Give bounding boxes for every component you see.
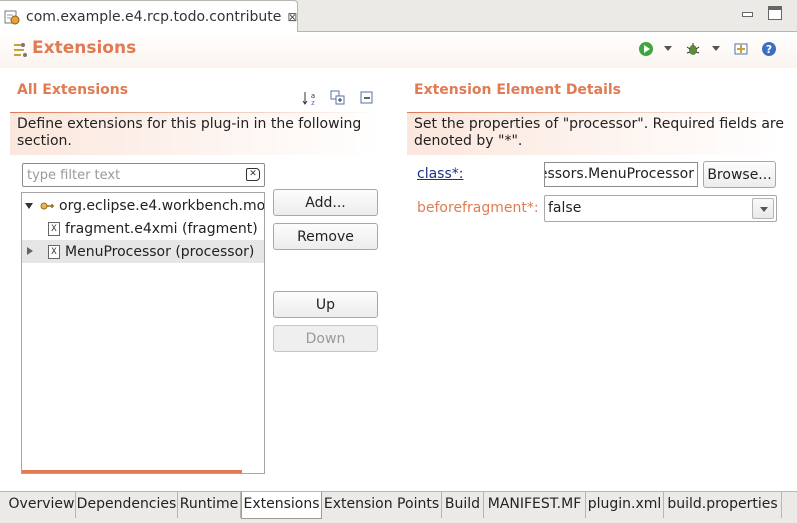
- page-title: Extensions: [32, 38, 137, 58]
- collapsed-arrow-icon[interactable]: [24, 246, 36, 258]
- maximize-icon[interactable]: [768, 6, 782, 20]
- collapse-all-icon[interactable]: [359, 90, 375, 106]
- xml-element-icon: X: [48, 221, 60, 236]
- tab-runtime[interactable]: Runtime: [178, 492, 241, 518]
- help-icon[interactable]: ?: [761, 41, 777, 57]
- tree-row-label: fragment.e4xmi (fragment): [65, 220, 258, 237]
- close-icon[interactable]: ⊠: [287, 10, 297, 24]
- svg-text:z: z: [311, 99, 315, 106]
- tree-row-processor[interactable]: X MenuProcessor (processor): [22, 240, 264, 263]
- run-icon[interactable]: [638, 41, 654, 57]
- extensions-tree[interactable]: org.eclipse.e4.workbench.mode X fragment…: [21, 192, 265, 474]
- xml-element-icon: X: [48, 244, 60, 259]
- clear-filter-icon[interactable]: ✕: [246, 168, 260, 181]
- class-link[interactable]: class*:: [417, 166, 463, 182]
- tab-dependencies[interactable]: Dependencies: [76, 492, 178, 518]
- run-dropdown-icon[interactable]: [664, 46, 672, 51]
- extensions-icon: [12, 42, 28, 58]
- page-tabs: Overview Dependencies Runtime Extensions…: [0, 491, 797, 523]
- tree-row-label: org.eclipse.e4.workbench.mode: [59, 197, 265, 214]
- tab-extensions[interactable]: Extensions: [241, 492, 322, 519]
- tab-overview[interactable]: Overview: [8, 492, 76, 518]
- debug-dropdown-icon[interactable]: [712, 46, 720, 51]
- element-details-description: Set the properties of "processor". Requi…: [414, 116, 784, 149]
- minimize-icon[interactable]: [740, 6, 754, 20]
- all-extensions-title: All Extensions: [17, 82, 129, 98]
- tree-horizontal-scrollbar[interactable]: [22, 470, 242, 473]
- form-header: Extensions ?: [0, 32, 797, 68]
- browse-button[interactable]: Browse...: [703, 161, 776, 188]
- up-button[interactable]: Up: [273, 291, 378, 318]
- editor-tab-bar: com.example.e4.rcp.todo.contribute ⊠: [0, 0, 797, 32]
- add-button[interactable]: Add...: [273, 189, 378, 216]
- svg-text:?: ?: [766, 43, 772, 56]
- tree-row-label: MenuProcessor (processor): [65, 243, 255, 260]
- expanded-arrow-icon[interactable]: [24, 200, 36, 212]
- expand-all-icon[interactable]: [330, 90, 346, 106]
- plugin-manifest-icon: [4, 9, 20, 25]
- beforefragment-combo[interactable]: false: [544, 195, 777, 222]
- element-details-title: Extension Element Details: [414, 82, 621, 98]
- tab-build-properties[interactable]: build.properties: [664, 492, 782, 518]
- down-button[interactable]: Down: [273, 325, 378, 352]
- all-extensions-description: Define extensions for this plug-in in th…: [17, 116, 362, 149]
- tab-manifest[interactable]: MANIFEST.MF: [484, 492, 586, 518]
- extensions-page: Extensions ? All Extensions az Define ex…: [0, 32, 797, 491]
- class-field[interactable]: essors.MenuProcessor: [544, 162, 698, 187]
- chevron-down-icon[interactable]: [752, 198, 774, 219]
- beforefragment-value: false: [548, 200, 582, 216]
- tab-build[interactable]: Build: [442, 492, 484, 518]
- debug-icon[interactable]: [685, 41, 701, 57]
- tree-row-extension-point[interactable]: org.eclipse.e4.workbench.mode: [22, 194, 264, 217]
- sort-icon[interactable]: az: [302, 90, 318, 107]
- editor-tab-title: com.example.e4.rcp.todo.contribute: [26, 8, 282, 25]
- export-wizard-icon[interactable]: [733, 41, 749, 57]
- extension-point-icon: [39, 198, 55, 214]
- filter-box: ✕: [22, 163, 265, 187]
- tab-extension-points[interactable]: Extension Points: [322, 492, 442, 518]
- remove-button[interactable]: Remove: [273, 223, 378, 250]
- tab-plugin-xml[interactable]: plugin.xml: [586, 492, 664, 518]
- tree-row-fragment[interactable]: X fragment.e4xmi (fragment): [22, 217, 264, 240]
- class-field-value: essors.MenuProcessor: [544, 166, 694, 182]
- filter-input[interactable]: [27, 165, 242, 185]
- editor-tab[interactable]: com.example.e4.rcp.todo.contribute ⊠: [0, 0, 298, 32]
- beforefragment-label: beforefragment*:: [417, 200, 539, 216]
